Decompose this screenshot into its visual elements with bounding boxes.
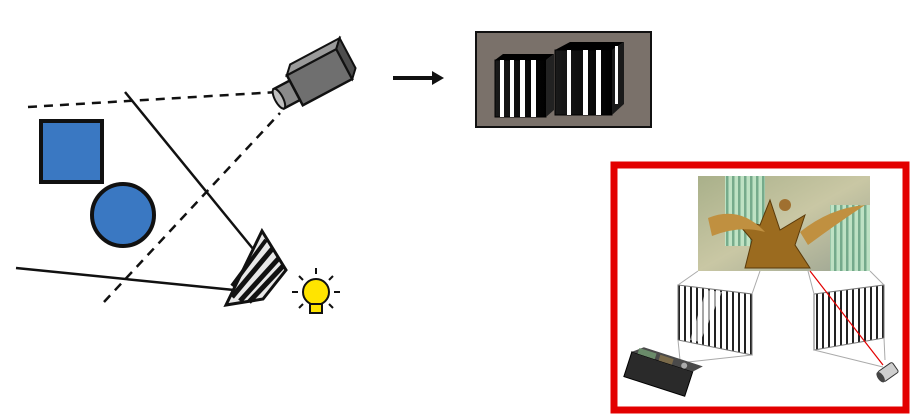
striped-cube-right [554,42,624,116]
arrow-right-icon [393,71,444,85]
projector-icon [223,227,288,307]
camera-view-ray-top [27,90,279,109]
camera-icon [271,35,357,111]
light-bulb-icon [292,268,340,314]
projector-ray-bottom [15,266,235,292]
structured-light-diagram [15,31,910,414]
blue-square [39,119,104,184]
highlight-frame [610,161,910,414]
captured-image [475,31,652,128]
blue-circle [90,182,156,248]
striped-cube-left [494,54,554,118]
dragon-photo [698,176,870,271]
